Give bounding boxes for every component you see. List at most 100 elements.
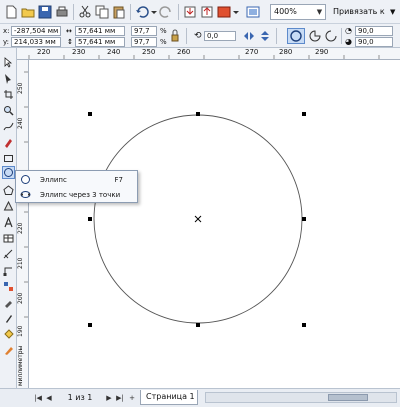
rotation-icon: ⟲: [194, 31, 202, 41]
basic-shapes-tool-icon[interactable]: [2, 200, 15, 213]
scale-y-unit: %: [160, 38, 167, 46]
property-bar: x: -287,504 мм y: 214,033 мм ↔ 57,641 мм…: [0, 24, 400, 48]
undo-dropdown-icon[interactable]: [150, 4, 158, 20]
parallel-dimension-tool-icon[interactable]: [2, 248, 15, 261]
arc-mode-icon[interactable]: [323, 28, 339, 44]
flyout-item-label: Эллипс через 3 точки: [40, 190, 121, 199]
page-counter: 1 из 1: [67, 393, 93, 402]
connector-tool-icon[interactable]: [2, 264, 15, 277]
flyout-item-ellipse-3-points[interactable]: Эллипс через 3 точки: [16, 187, 137, 202]
h-ruler-label: 230: [72, 48, 86, 56]
new-icon[interactable]: [3, 4, 19, 20]
v-ruler-label: 220: [17, 222, 24, 234]
flyout-item-shortcut: F7: [114, 175, 123, 184]
horizontal-scrollbar[interactable]: [205, 392, 397, 403]
launcher-dropdown-icon[interactable]: [232, 4, 240, 20]
last-page-icon[interactable]: ▶|: [115, 392, 125, 404]
ellipse-tool-flyout: Эллипс F7 Эллипс через 3 точки: [15, 170, 138, 203]
cut-icon[interactable]: [77, 4, 93, 20]
next-page-icon[interactable]: ▶: [104, 392, 114, 404]
flyout-item-label: Эллипс: [40, 175, 67, 184]
import-icon[interactable]: [182, 4, 198, 20]
height-icon: ↕: [67, 38, 73, 46]
smart-fill-tool-icon[interactable]: [2, 136, 15, 149]
scale-x-field[interactable]: 97,7: [131, 26, 157, 36]
horizontal-ruler[interactable]: 220 230 240 250 260 270 280 290: [17, 48, 400, 60]
center-marker: [194, 215, 202, 223]
end-angle-icon: ◕: [345, 37, 352, 46]
redo-icon[interactable]: [158, 4, 174, 20]
x-position-field[interactable]: -287,504 мм: [11, 26, 61, 36]
print-icon[interactable]: [54, 4, 70, 20]
open-icon[interactable]: [20, 4, 36, 20]
h-ruler-label: 250: [142, 48, 156, 56]
interactive-fill-tool-icon[interactable]: [2, 344, 15, 357]
v-ruler-label: 250: [17, 82, 24, 94]
outline-pen-tool-icon[interactable]: [2, 312, 15, 325]
height-field[interactable]: 57,641 мм: [75, 37, 125, 47]
copy-icon[interactable]: [94, 4, 110, 20]
text-tool-icon[interactable]: [2, 216, 15, 229]
y-label: y:: [3, 38, 9, 46]
blend-tool-icon[interactable]: [2, 280, 15, 293]
x-label: x:: [3, 27, 10, 35]
snap-to-menu[interactable]: Привязать к: [333, 4, 389, 20]
undo-icon[interactable]: [134, 4, 150, 20]
zoom-level-select[interactable]: 400% ▼: [270, 4, 326, 20]
scale-y-field[interactable]: 97,7: [131, 37, 157, 47]
add-page-icon[interactable]: +: [127, 392, 137, 404]
shape-tool-icon[interactable]: [2, 72, 15, 85]
snap-dropdown-icon[interactable]: ▼: [390, 4, 398, 20]
fullscreen-icon[interactable]: [245, 4, 261, 20]
polygon-tool-icon[interactable]: [2, 184, 15, 197]
rotation-field[interactable]: 0,0: [204, 31, 236, 41]
fill-tool-icon[interactable]: [2, 328, 15, 341]
crop-tool-icon[interactable]: [2, 88, 15, 101]
ellipse-mode-icon[interactable]: [287, 28, 305, 44]
v-ruler-label: 240: [17, 117, 24, 129]
width-icon: ↔: [66, 27, 72, 35]
pie-mode-icon[interactable]: [307, 28, 323, 44]
lock-ratio-icon[interactable]: [170, 27, 180, 45]
mirror-vertical-icon[interactable]: [258, 29, 272, 43]
freehand-tool-icon[interactable]: [2, 120, 15, 133]
width-field[interactable]: 57,641 мм: [75, 26, 125, 36]
export-icon[interactable]: [199, 4, 215, 20]
h-ruler-label: 260: [177, 48, 191, 56]
zoom-tool-icon[interactable]: [2, 104, 15, 117]
start-angle-icon: ◔: [345, 26, 352, 35]
h-ruler-label: 270: [245, 48, 259, 56]
prev-page-icon[interactable]: ◀: [44, 392, 54, 404]
first-page-icon[interactable]: |◀: [33, 392, 43, 404]
save-icon[interactable]: [37, 4, 53, 20]
launcher-icon[interactable]: [216, 4, 232, 20]
eyedropper-tool-icon[interactable]: [2, 296, 15, 309]
flyout-item-ellipse[interactable]: Эллипс F7: [16, 172, 137, 187]
three-point-ellipse-icon: [16, 187, 34, 202]
v-ruler-label: 200: [17, 292, 24, 304]
v-ruler-label: 210: [17, 257, 24, 269]
page-navigation-bar: |◀ ◀ 1 из 1 ▶ ▶| + Страница 1: [0, 388, 400, 407]
h-ruler-label: 220: [37, 48, 51, 56]
mirror-horizontal-icon[interactable]: [242, 29, 256, 43]
h-ruler-label: 240: [107, 48, 121, 56]
scrollbar-thumb[interactable]: [328, 394, 368, 401]
start-angle-field[interactable]: 90,0: [355, 26, 393, 36]
rectangle-tool-icon[interactable]: [2, 152, 15, 165]
standard-toolbar: 400% ▼ Привязать к ▼: [0, 0, 400, 24]
drawing-canvas[interactable]: [29, 60, 400, 388]
toolbox: [0, 48, 17, 388]
pick-tool-icon[interactable]: [2, 56, 15, 69]
ruler-units-label: миллиметры: [17, 345, 24, 386]
v-ruler-label: 190: [17, 325, 24, 337]
ellipse-icon: [16, 172, 34, 187]
h-ruler-label: 280: [279, 48, 293, 56]
end-angle-field[interactable]: 90,0: [355, 37, 393, 47]
ellipse-tool-icon[interactable]: [2, 166, 15, 179]
h-ruler-label: 290: [315, 48, 329, 56]
paste-icon[interactable]: [111, 4, 127, 20]
page-tab[interactable]: Страница 1: [140, 390, 198, 405]
vertical-ruler[interactable]: 250 240 230 220 210 200 190 миллиметры: [17, 60, 29, 388]
y-position-field[interactable]: 214,033 мм: [11, 37, 61, 47]
table-tool-icon[interactable]: [2, 232, 15, 245]
